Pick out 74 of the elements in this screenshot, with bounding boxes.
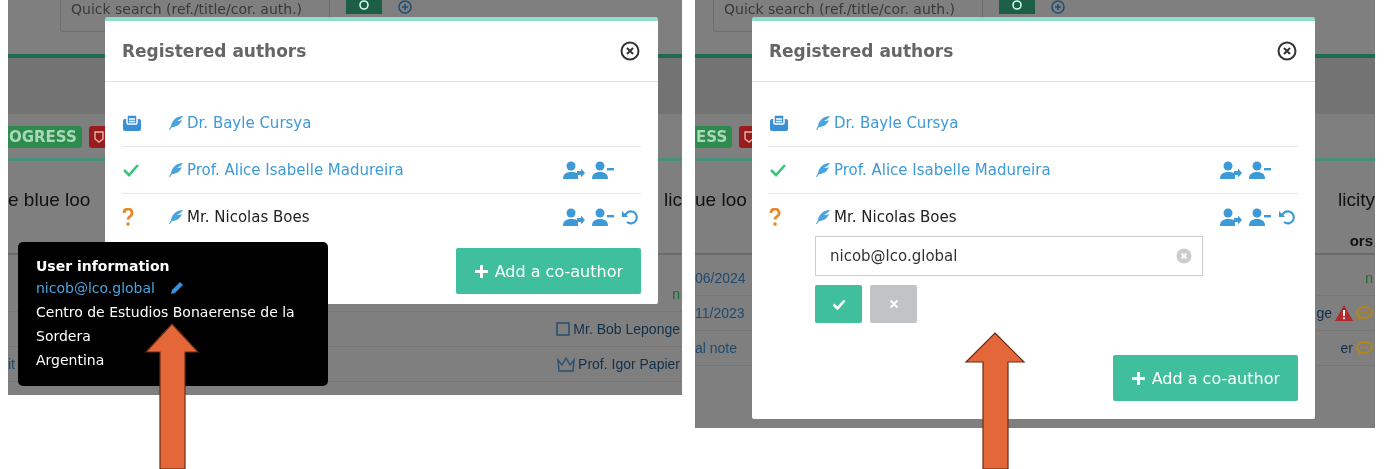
feather-icon	[168, 162, 184, 178]
tooltip-title: User information	[36, 258, 171, 274]
user-arrow-icon[interactable]	[1220, 208, 1242, 226]
envelope-icon	[769, 114, 789, 132]
dialog-title: Registered authors	[769, 41, 954, 61]
page-heading: lic	[664, 189, 682, 211]
table-cell: n	[1365, 270, 1373, 286]
add-co-author-button[interactable]: Add a co-author	[455, 248, 641, 294]
table-cell: it	[8, 356, 15, 372]
warning-icon	[1335, 305, 1353, 321]
question-icon	[122, 208, 134, 226]
feather-icon	[815, 115, 831, 131]
status-badge: ESS	[695, 126, 733, 148]
add-co-author-button[interactable]: Add a co-author	[1112, 355, 1298, 401]
shield-icon	[93, 131, 104, 143]
check-icon	[769, 163, 787, 177]
plus-icon	[1130, 370, 1146, 386]
user-minus-icon[interactable]	[592, 208, 614, 226]
user-arrow-icon[interactable]	[1220, 161, 1242, 179]
search-icon[interactable]	[999, 0, 1035, 14]
page-heading: ue loo	[695, 189, 747, 211]
clear-icon[interactable]	[1176, 248, 1192, 264]
dialog-title: Registered authors	[122, 41, 307, 61]
undo-icon[interactable]	[621, 208, 639, 226]
close-icon[interactable]	[620, 41, 640, 61]
shield-icon	[744, 131, 755, 143]
plus-icon	[473, 263, 489, 279]
author-link[interactable]: Dr. Bayle Cursya	[187, 114, 312, 132]
status-badge: OGRESS	[8, 126, 82, 148]
page-heading: e blue loo	[8, 189, 91, 211]
user-arrow-icon[interactable]	[563, 161, 585, 179]
close-icon	[888, 299, 899, 309]
email-link[interactable]: nicob@lco.global	[36, 280, 155, 296]
page-heading: licity	[1338, 189, 1375, 211]
confirm-button[interactable]	[815, 285, 862, 323]
author-link[interactable]: ge	[1316, 305, 1332, 321]
author-link[interactable]: Mr. Bob Leponge	[573, 321, 680, 337]
tooltip-text: Centro de Estudios Bonaerense de la Sordera	[36, 303, 296, 346]
table-cell: 11/2023	[695, 305, 745, 321]
user-minus-icon[interactable]	[1249, 161, 1271, 179]
feather-icon	[815, 162, 831, 178]
check-icon	[122, 163, 140, 177]
user-arrow-icon[interactable]	[563, 208, 585, 226]
user-minus-icon[interactable]	[1249, 208, 1271, 226]
feather-icon	[815, 209, 831, 225]
square-icon	[556, 322, 571, 336]
author-link[interactable]: Prof. Alice Isabelle Madureira	[187, 161, 404, 179]
author-link[interactable]: Dr. Bayle Cursya	[834, 114, 959, 132]
table-cell: al note	[695, 340, 738, 356]
speech-bubble-icon	[1356, 340, 1373, 356]
author-link[interactable]: er	[1340, 340, 1353, 356]
feather-icon	[168, 115, 184, 131]
close-icon[interactable]	[1277, 41, 1297, 61]
pencil-icon[interactable]	[168, 280, 185, 296]
table-cell: n	[672, 286, 680, 302]
column-header: ors	[1349, 232, 1374, 251]
envelope-icon	[122, 114, 142, 132]
question-icon	[769, 208, 781, 226]
plus-circle-icon[interactable]	[1051, 0, 1065, 14]
speech-bubble-icon	[1356, 305, 1373, 321]
tooltip-text: Argentina	[36, 351, 106, 370]
author-link[interactable]: Prof. Alice Isabelle Madureira	[834, 161, 1051, 179]
undo-icon[interactable]	[1278, 208, 1296, 226]
feather-icon	[168, 209, 184, 225]
author-link[interactable]: Prof. Igor Papier	[578, 356, 680, 372]
author-name: Mr. Nicolas Boes	[187, 208, 310, 226]
crown-icon	[557, 356, 576, 372]
check-icon	[831, 298, 846, 310]
plus-circle-icon[interactable]	[398, 0, 412, 14]
author-name: Mr. Nicolas Boes	[834, 208, 957, 226]
email-field[interactable]: nicob@lco.global	[815, 236, 1203, 276]
search-icon[interactable]	[346, 0, 382, 14]
user-minus-icon[interactable]	[592, 161, 614, 179]
table-cell: 06/2024	[695, 270, 746, 286]
